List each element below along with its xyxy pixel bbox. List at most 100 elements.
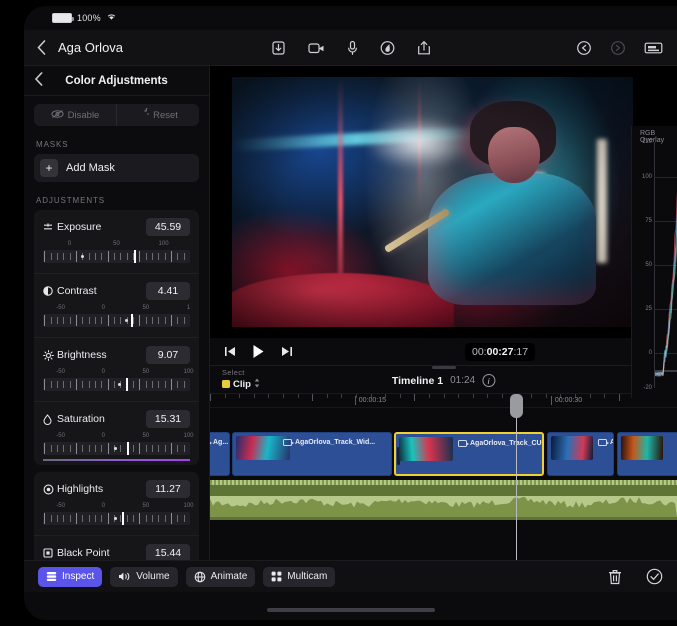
ink-pen-icon[interactable] — [379, 40, 395, 56]
adjustment-value[interactable]: 15.44 — [146, 544, 190, 560]
sidebar-back-chevron-left-icon[interactable] — [24, 72, 54, 89]
slider-brightness[interactable]: -50050100 — [43, 369, 190, 395]
clip-video-icon — [598, 439, 607, 446]
video-camera-icon[interactable] — [307, 41, 325, 55]
masks-section-header: MASKS — [36, 140, 209, 149]
adjustments-section-header: ADJUSTMENTS — [36, 196, 209, 205]
status-bar: 100% — [24, 6, 677, 30]
timeline-clip[interactable] — [617, 432, 677, 476]
slider-tick-label: 50 — [143, 433, 150, 439]
timeline-ruler[interactable]: 00:00:1500:00:30 — [210, 394, 677, 408]
disable-reset-segment: Disable Reset — [34, 104, 199, 126]
info-icon[interactable]: i — [482, 374, 495, 387]
adjustment-value[interactable]: 45.59 — [146, 218, 190, 236]
keyboard-icon[interactable] — [644, 41, 663, 55]
slider-thumb[interactable] — [122, 512, 124, 525]
microphone-icon[interactable] — [346, 40, 358, 56]
playhead-handle[interactable] — [510, 394, 523, 418]
timeline-clip[interactable]: A... — [547, 432, 614, 476]
adjustment-row[interactable]: Highlights11.27 -50050100 — [34, 472, 199, 535]
scope-axis-label: 120 — [642, 139, 655, 145]
adjustment-row[interactable]: Exposure45.59050100 — [34, 210, 199, 273]
timeline-clip[interactable]: AgaOrlova_Track_Wid... — [232, 432, 392, 476]
timeline-body[interactable]: 00:00:1500:00:30 Ag... AgaOrlova_Track_Wi… — [210, 394, 677, 560]
slider-track[interactable] — [43, 378, 190, 391]
reset-button[interactable]: Reset — [116, 104, 199, 126]
adjustment-value[interactable]: 15.31 — [146, 410, 190, 428]
adjustment-label: Brightness — [57, 349, 146, 361]
redo-icon[interactable] — [610, 40, 626, 56]
play-icon[interactable] — [252, 344, 265, 359]
slider-track[interactable] — [43, 250, 190, 263]
video-preview[interactable] — [232, 77, 633, 327]
slider-default-marker — [114, 447, 117, 450]
slider-tick-labels: -500501 — [43, 305, 190, 313]
slider-track[interactable] — [43, 314, 190, 327]
clip-label-row: Ag... — [210, 439, 228, 446]
slider-thumb[interactable] — [126, 378, 128, 391]
adjustment-row[interactable]: Black Point15.44-50050100 — [34, 535, 199, 560]
share-icon[interactable] — [416, 40, 431, 56]
timeline-clip[interactable]: AgaOrlova_Track_CU03 — [394, 432, 544, 476]
slider-highlights[interactable]: -50050100 — [43, 503, 190, 529]
trash-icon[interactable] — [608, 569, 622, 585]
adjustment-header: Highlights11.27 — [43, 479, 190, 499]
adjustment-row[interactable]: Contrast4.41 -500501 — [34, 273, 199, 337]
import-icon[interactable] — [270, 40, 286, 56]
sidebar-title: Color Adjustments — [65, 75, 167, 87]
timeline-resize-handle[interactable] — [432, 366, 456, 369]
adjustment-row[interactable]: Brightness9.07 -50050100 — [34, 337, 199, 401]
undo-circle-icon — [138, 108, 149, 122]
slider-thumb[interactable] — [134, 250, 136, 263]
disable-button[interactable]: Disable — [34, 104, 116, 126]
adjustment-value[interactable]: 9.07 — [146, 346, 190, 364]
slider-tick-label: -50 — [56, 433, 65, 439]
slider-saturation[interactable]: -50050100 — [43, 433, 190, 459]
clip-name: AgaOrlova_Track_CU03 — [470, 440, 544, 447]
chevron-left-icon[interactable] — [24, 40, 58, 55]
adjustment-label: Contrast — [57, 285, 146, 297]
selection-mode: Select Clip — [222, 368, 260, 390]
audio-track[interactable] — [210, 480, 677, 520]
clip-square-icon — [222, 380, 230, 388]
multicam-button[interactable]: Multicam — [263, 567, 335, 587]
skip-to-start-icon[interactable] — [224, 346, 236, 357]
add-mask-button[interactable]: + Add Mask — [34, 154, 199, 182]
slider-track[interactable] — [43, 442, 190, 455]
slider-thumb[interactable] — [131, 314, 133, 327]
top-navigation-bar: Aga Orlova — [24, 30, 677, 66]
select-mode-button[interactable]: Clip — [222, 378, 260, 390]
slider-contrast[interactable]: -500501 — [43, 305, 190, 331]
scope-axis-label: 50 — [645, 262, 655, 268]
slider-tick-label: 0 — [68, 241, 71, 247]
undo-icon[interactable] — [576, 40, 592, 56]
adjustment-value[interactable]: 4.41 — [146, 282, 190, 300]
inspect-button[interactable]: Inspect — [38, 567, 102, 587]
plus-icon: + — [40, 159, 58, 177]
animate-button[interactable]: Animate — [186, 567, 256, 587]
skip-to-end-icon[interactable] — [281, 346, 293, 357]
saturation-icon — [43, 414, 57, 425]
scope-axis-label: 100 — [642, 174, 655, 180]
rgb-overlay-scope[interactable]: RGB Overlay 1201007550250-20 — [631, 126, 677, 398]
volume-button[interactable]: Volume — [110, 567, 177, 587]
timeline-ruler-label: 00:00:30 — [551, 396, 582, 405]
adjustment-value[interactable]: 11.27 — [146, 480, 190, 498]
slider-tick-labels: -50050100 — [43, 369, 190, 377]
sidebar-header: Color Adjustments — [24, 66, 209, 96]
timecode-display[interactable]: 00:00:27:17 — [465, 343, 535, 361]
adjustments-list: Exposure45.59050100Contrast4.41-500501Br… — [34, 210, 199, 465]
video-track[interactable]: Ag... AgaOrlova_Track_Wid... AgaOrlova_Tra… — [210, 432, 677, 476]
timeline-clip[interactable]: Ag... — [210, 432, 230, 476]
checkmark-circle-icon[interactable] — [646, 568, 663, 585]
slider-thumb[interactable] — [127, 442, 129, 455]
scope-axis-label: -20 — [643, 385, 655, 391]
adjustment-row[interactable]: Saturation15.31-50050100 — [34, 401, 199, 465]
slider-track[interactable] — [43, 512, 190, 525]
slider-exposure[interactable]: 050100 — [43, 241, 190, 267]
slider-default-marker — [114, 517, 117, 520]
inspector-sidebar: Color Adjustments Disable Reset — [24, 66, 210, 560]
battery-icon — [52, 13, 72, 23]
clip-thumbnail — [236, 436, 290, 460]
home-indicator — [267, 608, 435, 612]
